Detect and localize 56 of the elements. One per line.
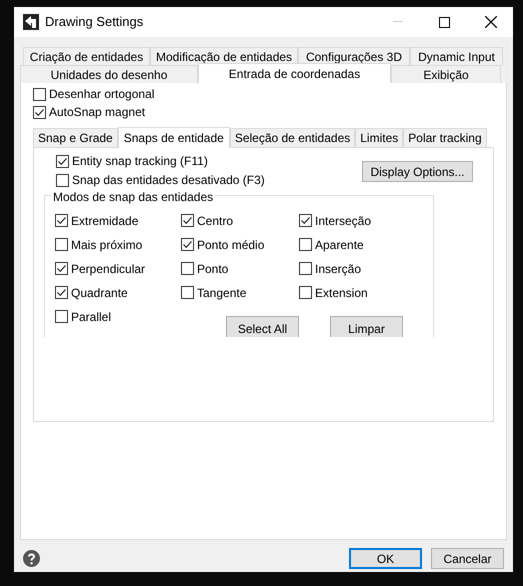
checkbox-label[interactable]: Entity snap tracking (F11) (72, 152, 208, 170)
checkbox-label[interactable]: Interseção (315, 212, 372, 230)
checkbox-label[interactable]: AutoSnap magnet (49, 103, 146, 121)
checkbox[interactable] (55, 310, 68, 323)
tab[interactable]: Limites (355, 128, 404, 147)
tab[interactable]: Seleção de entidades (230, 128, 356, 147)
checkbox[interactable] (55, 238, 68, 251)
tab[interactable]: Entrada de coordenadas (198, 63, 391, 83)
checkbox-label[interactable]: Quadrante (71, 284, 128, 302)
checkbox-label[interactable]: Perpendicular (71, 260, 146, 278)
checkbox[interactable] (55, 214, 68, 227)
checkbox[interactable] (56, 154, 69, 168)
app-icon (23, 14, 39, 30)
close-icon[interactable] (485, 16, 497, 28)
help-icon[interactable] (23, 550, 40, 567)
checkbox[interactable] (56, 174, 69, 186)
group-button[interactable]: Limpar (330, 316, 403, 337)
checkbox-label[interactable]: Inserção (315, 260, 362, 278)
tab[interactable]: Configurações 3D (298, 47, 410, 65)
tab[interactable]: Exibição (391, 65, 501, 83)
checkbox-label[interactable]: Aparente (315, 236, 364, 254)
checkbox-label[interactable]: Ponto (197, 260, 228, 278)
checkbox-label[interactable]: Parallel (71, 308, 112, 326)
checkbox[interactable] (33, 88, 46, 100)
dialog-button[interactable]: OK (349, 548, 422, 569)
tab[interactable]: Dynamic Input (410, 47, 503, 65)
checkbox[interactable] (181, 238, 194, 251)
checkbox-label[interactable]: Extension (315, 284, 368, 302)
checkbox-label[interactable]: Centro (197, 212, 234, 230)
tab[interactable]: Criação de entidades (23, 47, 150, 65)
maximize-icon[interactable] (439, 16, 450, 28)
checkbox-label[interactable]: Snap das entidades desativado (F3) (72, 171, 265, 189)
checkbox[interactable] (299, 262, 312, 275)
checkbox-label[interactable]: Extremidade (71, 212, 138, 230)
checkbox[interactable] (55, 262, 68, 275)
tab[interactable]: Modificação de entidades (150, 47, 298, 65)
checkbox-label[interactable]: Tangente (197, 284, 246, 302)
display-options-button[interactable]: Display Options... (362, 161, 473, 182)
checkbox[interactable] (33, 106, 46, 118)
checkbox-label[interactable]: Ponto médio (197, 236, 264, 254)
tab[interactable]: Polar tracking (403, 128, 487, 147)
checkbox[interactable] (55, 286, 68, 299)
tab[interactable]: Snap e Grade (33, 128, 118, 147)
group-button[interactable]: Select All (226, 316, 299, 337)
checkbox[interactable] (299, 238, 312, 251)
checkbox[interactable] (299, 286, 312, 299)
checkbox[interactable] (181, 214, 194, 227)
tab[interactable]: Snaps de entidade (118, 127, 230, 148)
checkbox[interactable] (181, 286, 194, 299)
checkbox[interactable] (181, 262, 194, 275)
checkbox-label[interactable]: Mais próximo (71, 236, 142, 254)
checkbox[interactable] (299, 214, 312, 227)
checkbox-label[interactable]: Desenhar ortogonal (49, 85, 154, 103)
window-title: Drawing Settings (45, 13, 144, 32)
tab[interactable]: Unidades do desenho (20, 65, 198, 83)
dialog-button[interactable]: Cancelar (431, 548, 504, 569)
